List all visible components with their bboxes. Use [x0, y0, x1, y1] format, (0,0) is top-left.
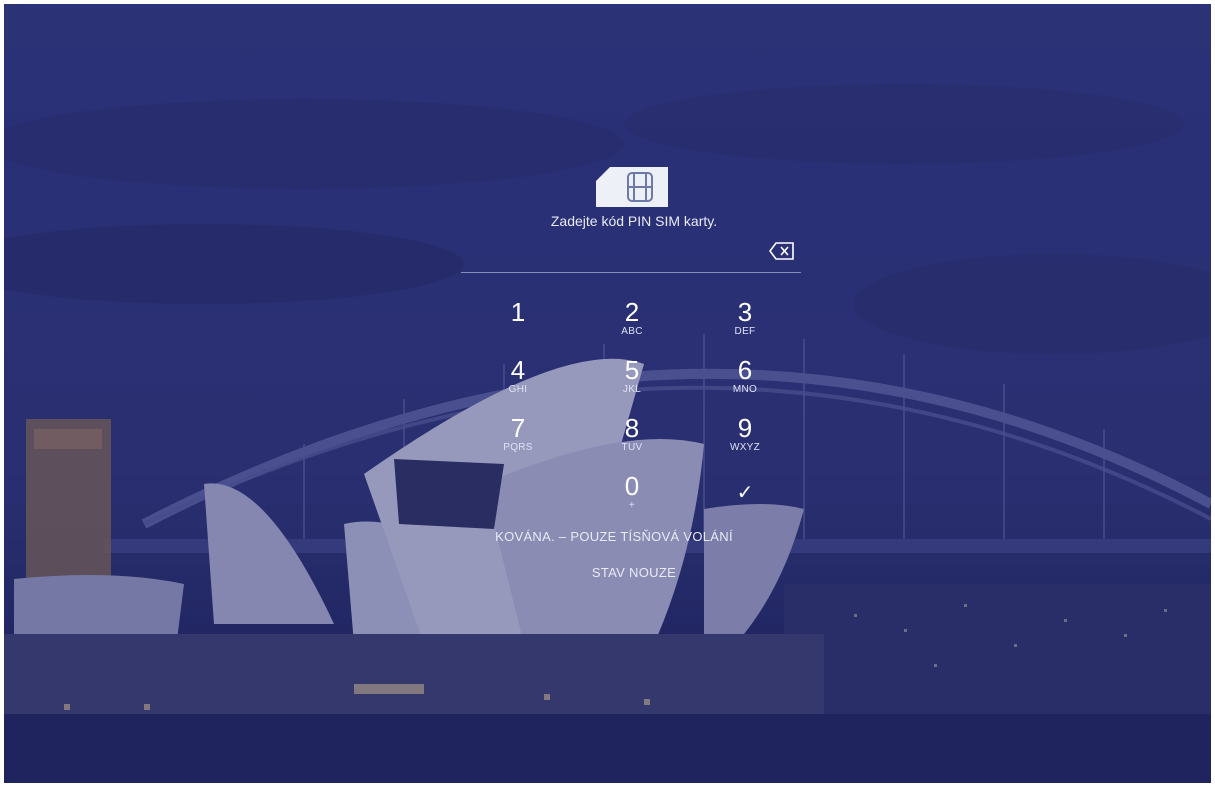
sim-status-message: KOVÁNA. – POUZE TÍSŇOVÁ VOLÁNÍ — [495, 529, 733, 544]
key-digit: 1 — [510, 297, 526, 327]
key-digit: 4 — [510, 355, 526, 385]
pin-entry-field[interactable] — [461, 272, 801, 273]
key-letters: MNO — [732, 384, 758, 395]
key-letters: + — [628, 500, 636, 511]
key-digit: 0 — [624, 471, 640, 501]
key-digit: 7 — [510, 413, 526, 443]
key-letters: TUV — [621, 442, 643, 453]
pin-prompt: Zadejte kód PIN SIM karty. — [550, 213, 718, 229]
key-digit: 6 — [737, 355, 753, 385]
key-0[interactable]: 0 + — [587, 472, 677, 526]
enter-key[interactable]: ✓ — [700, 479, 790, 533]
emergency-call-button[interactable]: STAV NOUZE — [564, 560, 704, 586]
key-letters: WXYZ — [729, 442, 761, 453]
key-digit: 8 — [624, 413, 640, 443]
key-digit: 3 — [737, 297, 753, 327]
key-letters: DEF — [734, 326, 756, 337]
key-4[interactable]: 4 GHI — [473, 356, 563, 410]
key-9[interactable]: 9 WXYZ — [700, 414, 790, 468]
key-letters: GHI — [508, 384, 528, 395]
checkmark-icon: ✓ — [736, 482, 754, 504]
key-2[interactable]: 2 ABC — [587, 298, 677, 352]
key-digit: 2 — [624, 297, 640, 327]
key-6[interactable]: 6 MNO — [700, 356, 790, 410]
key-5[interactable]: 5 JKL — [587, 356, 677, 410]
key-8[interactable]: 8 TUV — [587, 414, 677, 468]
sim-card-icon — [596, 167, 668, 207]
key-3[interactable]: 3 DEF — [700, 298, 790, 352]
key-letters: ABC — [621, 326, 643, 337]
key-digit: 9 — [737, 413, 753, 443]
key-letters: JKL — [622, 384, 642, 395]
lock-screen: Zadejte kód PIN SIM karty. 1 2 ABC 3 DEF… — [4, 4, 1211, 783]
key-letters: PQRS — [503, 442, 533, 453]
backspace-icon[interactable] — [769, 241, 795, 261]
key-7[interactable]: 7 PQRS — [473, 414, 563, 468]
key-digit: 5 — [624, 355, 640, 385]
key-1[interactable]: 1 — [473, 298, 563, 352]
